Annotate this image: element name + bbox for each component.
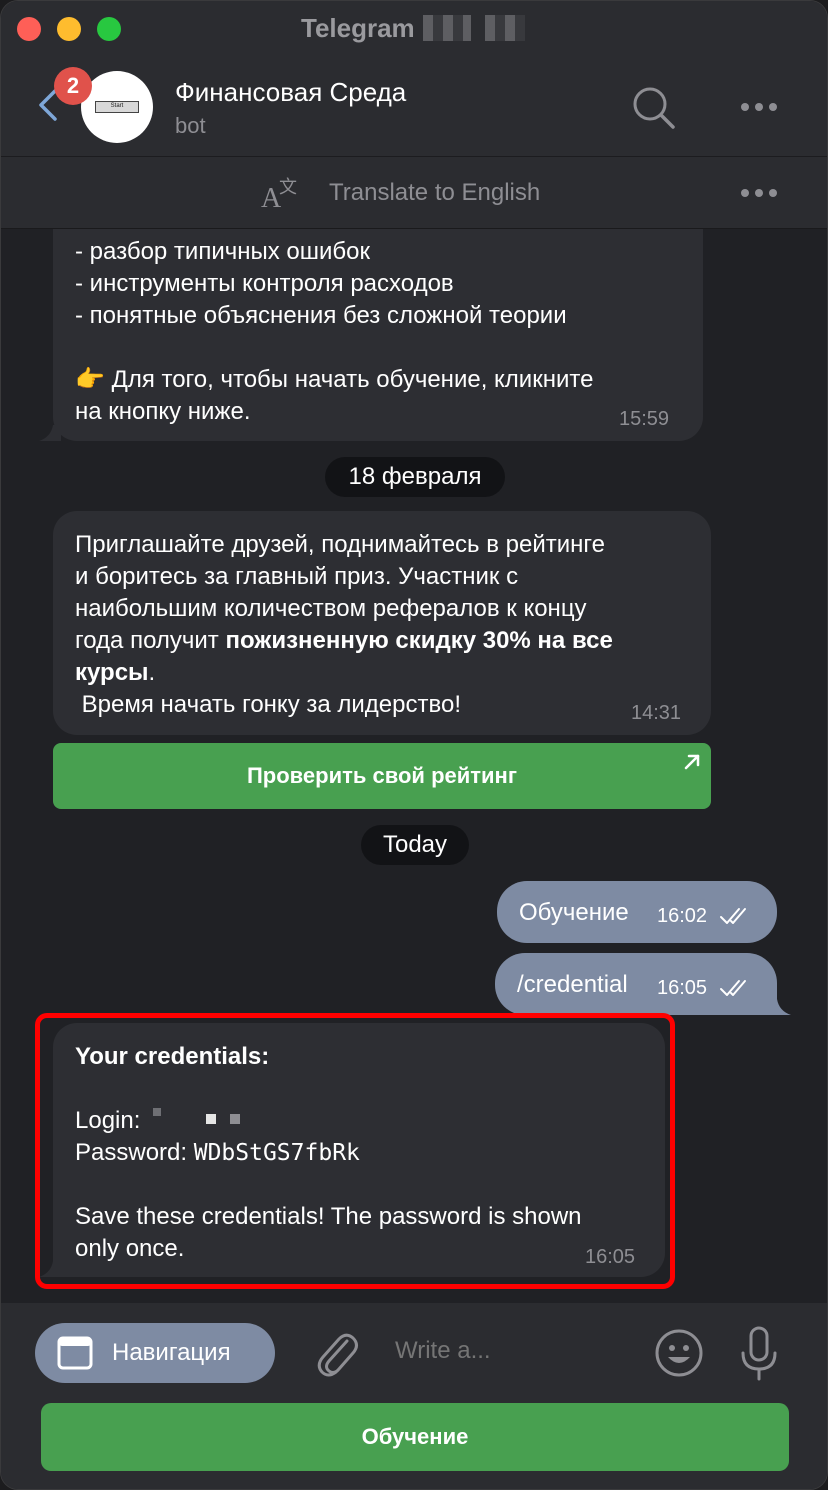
- message-time: 16:02: [657, 905, 708, 927]
- credentials-note: only once.: [75, 1235, 185, 1262]
- message-line: курсы.: [75, 657, 155, 689]
- message-text: года получит: [75, 627, 226, 654]
- svg-text:文: 文: [279, 177, 297, 198]
- navigation-label: Навигация: [112, 1339, 231, 1366]
- message-time: 14:31: [631, 702, 682, 724]
- avatar-logo: Start: [95, 101, 139, 113]
- translate-label[interactable]: Translate to English: [329, 179, 540, 207]
- message-text: /credential: [517, 971, 628, 998]
- external-link-arrow-icon: [684, 754, 700, 770]
- message-bold-text: пожизненную скидку 30% на все: [225, 627, 613, 654]
- message-input[interactable]: [395, 1337, 615, 1365]
- close-window-button[interactable]: [17, 17, 41, 41]
- credentials-message-bubble[interactable]: Your credentials: Login: Password: WDbSt…: [53, 1023, 665, 1277]
- outgoing-message-bubble[interactable]: /credential 16:05: [495, 953, 777, 1015]
- login-line: Login:: [75, 1105, 241, 1137]
- menu-window-icon: [57, 1336, 93, 1370]
- translate-icon: A 文: [261, 177, 297, 213]
- bubble-tail: [39, 1261, 61, 1277]
- microphone-icon[interactable]: [737, 1325, 781, 1383]
- bubble-tail: [769, 999, 791, 1015]
- message-line: - понятные объяснения без сложной теории: [75, 302, 567, 329]
- double-check-icon: [720, 908, 746, 924]
- chat-subtitle: bot: [175, 113, 206, 138]
- message-text: Обучение: [519, 899, 629, 926]
- message-line: и боритесь за главный приз. Участник с: [75, 563, 519, 590]
- credentials-note: Save these credentials! The password is …: [75, 1203, 582, 1230]
- check-rating-button[interactable]: Проверить свой рейтинг: [53, 743, 711, 809]
- message-line: Время начать гонку за лидерство!: [75, 691, 461, 718]
- password-label: Password:: [75, 1139, 188, 1166]
- password-value[interactable]: WDbStGS7fbRk: [194, 1140, 360, 1166]
- composer: Навигация Обучение: [1, 1303, 827, 1489]
- message-bubble[interactable]: - разбор типичных ошибок - инструменты к…: [53, 229, 703, 441]
- search-icon[interactable]: [631, 85, 677, 131]
- message-text: .: [148, 659, 156, 686]
- avatar[interactable]: Start: [81, 71, 153, 143]
- chat-header: 2 Start Финансовая Среда bot: [1, 57, 827, 157]
- training-keyboard-button[interactable]: Обучение: [41, 1403, 789, 1471]
- message-time: 15:59: [619, 408, 670, 430]
- translate-options-icon[interactable]: [739, 187, 779, 199]
- message-line: 👉 Для того, чтобы начать обучение, кликн…: [75, 364, 593, 396]
- message-text: Для того, чтобы начать обучение, кликнит…: [111, 366, 594, 393]
- message-bubble[interactable]: Приглашайте друзей, поднимайтесь в рейти…: [53, 511, 711, 735]
- pointing-hand-emoji: 👉: [75, 366, 105, 393]
- navigation-menu-button[interactable]: Навигация: [35, 1323, 275, 1383]
- unread-badge: 2: [54, 67, 92, 105]
- redacted-login-mark: [230, 1114, 241, 1124]
- double-check-icon: [720, 980, 746, 996]
- redacted-title-part: [423, 15, 471, 41]
- date-separator: Today: [361, 825, 469, 865]
- button-label: Проверить свой рейтинг: [246, 763, 518, 788]
- redacted-login-mark: [205, 1114, 216, 1124]
- message-line: - инструменты контроля расходов: [75, 270, 454, 297]
- date-separator: 18 февраля: [325, 457, 505, 497]
- message-line: наибольшим количеством рефералов к концу: [75, 595, 587, 622]
- maximize-window-button[interactable]: [97, 17, 121, 41]
- password-line: Password: WDbStGS7fbRk: [75, 1137, 360, 1169]
- bubble-tail: [39, 425, 61, 441]
- message-time: 16:05: [657, 977, 708, 999]
- redacted-title-part: [485, 15, 525, 41]
- message-line: Приглашайте друзей, поднимайтесь в рейти…: [75, 531, 605, 558]
- message-line: - разбор типичных ошибок: [75, 238, 371, 265]
- translate-bar[interactable]: A 文 Translate to English: [1, 157, 827, 229]
- minimize-window-button[interactable]: [57, 17, 81, 41]
- more-options-icon[interactable]: [739, 101, 779, 113]
- title-bar: Telegram: [1, 1, 827, 57]
- window-title: Telegram: [301, 13, 415, 43]
- attach-paperclip-icon[interactable]: [313, 1327, 359, 1379]
- message-time: 16:05: [585, 1246, 636, 1268]
- telegram-window: Telegram 2 Start Финансовая Среда bot A …: [0, 0, 828, 1490]
- message-bold-text: курсы: [75, 659, 149, 686]
- outgoing-message-bubble[interactable]: Обучение 16:02: [497, 881, 777, 943]
- message-line: на кнопку ниже.: [75, 398, 251, 425]
- redacted-login-mark: [153, 1108, 162, 1116]
- chat-title[interactable]: Финансовая Среда: [175, 77, 406, 108]
- message-line: года получит пожизненную скидку 30% на в…: [75, 625, 613, 657]
- login-label: Login:: [75, 1107, 141, 1134]
- message-list[interactable]: - разбор типичных ошибок - инструменты к…: [1, 229, 827, 1303]
- emoji-icon[interactable]: [653, 1327, 705, 1379]
- credentials-title: Your credentials:: [75, 1043, 270, 1070]
